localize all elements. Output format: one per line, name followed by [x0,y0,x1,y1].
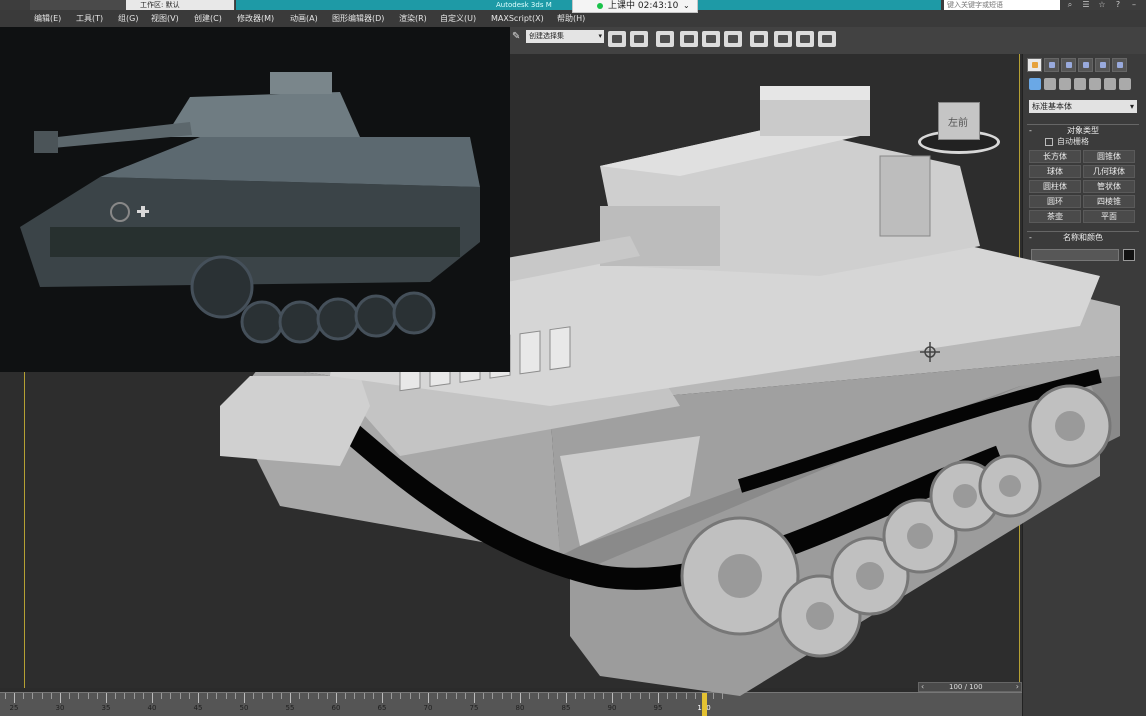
frame-counter: 100 / 100 [949,683,983,691]
viewcube-face-label: 左前 [948,118,968,129]
menu-customize[interactable]: 自定义(U) [440,10,476,27]
ruler-label: 45 [193,704,203,712]
ruler-label: 30 [55,704,65,712]
tab-hierarchy[interactable] [1061,58,1076,72]
menu-edit[interactable]: 编辑(E) [34,10,61,27]
ruler-tick [106,693,107,703]
tab-create[interactable] [1027,58,1042,72]
render-setup-button[interactable] [774,31,792,47]
ruler-tick [179,693,181,699]
ruler-tick [78,693,80,699]
chevron-down-icon[interactable]: ⌄ [683,0,690,12]
motion-icon [1083,62,1089,68]
ruler-tick [4,693,6,699]
tab-utilities[interactable] [1112,58,1127,72]
ruler-tick [32,693,34,699]
menu-maxscript[interactable]: MAXScript(X) [491,10,544,27]
tab-modify[interactable] [1044,58,1059,72]
mirror-button[interactable] [608,31,626,47]
ruler-tick [23,693,25,699]
curve-editor-button[interactable] [702,31,720,47]
star-icon[interactable]: ☆ [1094,0,1110,10]
workspace-selector[interactable]: 工作区: 默认 [126,0,234,10]
ruler-tick [207,693,209,699]
utilities-icon [1117,62,1123,68]
ruler-tick [14,693,15,703]
reference-photo-tank [0,27,510,372]
app-title: Autodesk 3ds M [496,1,552,9]
menu-create[interactable]: 创建(C) [194,10,222,27]
ruler-tick [50,693,52,699]
chevron-down-icon: ▾ [598,32,602,40]
ruler-tick [142,693,144,699]
minimize-icon[interactable]: – [1126,0,1142,10]
menu-animation[interactable]: 动画(A) [290,10,318,27]
tab-motion[interactable] [1078,58,1093,72]
rendered-frame-window-button[interactable] [796,31,814,47]
display-icon [1100,62,1106,68]
session-timer: 02:43:10 [637,1,679,11]
help-icon[interactable]: ? [1110,0,1126,10]
ruler-label: 35 [101,704,111,712]
edit-selection-icon[interactable]: ✎ [512,31,520,42]
layer-manager-button[interactable] [656,31,674,47]
ruler-tick [87,693,89,699]
menu-tools[interactable]: 工具(T) [76,10,103,27]
ruler-tick [96,693,98,699]
account-icon[interactable]: ☰ [1078,0,1094,10]
tab-display[interactable] [1095,58,1110,72]
chevron-right-icon[interactable]: › [1016,682,1019,691]
ruler-tick [115,693,117,699]
command-panel-tabs [1027,58,1143,72]
menu-graph-editors[interactable]: 图形编辑器(D) [332,10,384,27]
ruler-tick [124,693,126,699]
ruler-tick [216,693,218,699]
ruler-tick [188,693,190,699]
ruler-tick [69,693,71,699]
chevron-left-icon[interactable]: ‹ [921,682,924,691]
menu-rendering[interactable]: 渲染(R) [399,10,427,27]
search-icon[interactable]: ⌕ [1062,0,1078,10]
align-button[interactable] [630,31,648,47]
ruler-tick [170,693,172,699]
schematic-view-button[interactable] [724,31,742,47]
ruler-tick [198,693,199,703]
named-selection-dropdown[interactable]: 创建选择集 ▾ [526,30,604,43]
graphite-tools-button[interactable] [680,31,698,47]
ruler-label: 25 [9,704,19,712]
live-dot-icon [597,3,603,9]
ruler-tick [161,693,163,699]
ruler-label: 40 [147,704,157,712]
viewcube[interactable]: 左前 [918,100,1000,160]
modify-icon [1049,62,1055,68]
ruler-tick [152,693,153,703]
menu-views[interactable]: 视图(V) [151,10,179,27]
ruler-tick [133,693,135,699]
menu-group[interactable]: 组(G) [118,10,138,27]
material-editor-button[interactable] [750,31,768,47]
create-icon [1032,62,1038,68]
search-input[interactable]: 键入关键字或短语 [944,0,1060,10]
ruler-tick [41,693,43,699]
hierarchy-icon [1066,62,1072,68]
ruler-tick [60,693,61,703]
session-status-label: 上课中 [608,1,636,11]
time-slider[interactable]: ‹ 100 / 100 › [918,682,1022,692]
session-status-pill[interactable]: 上课中 02:43:10 ⌄ [572,0,698,13]
render-production-button[interactable] [818,31,836,47]
menu-modifiers[interactable]: 修改器(M) [237,10,274,27]
